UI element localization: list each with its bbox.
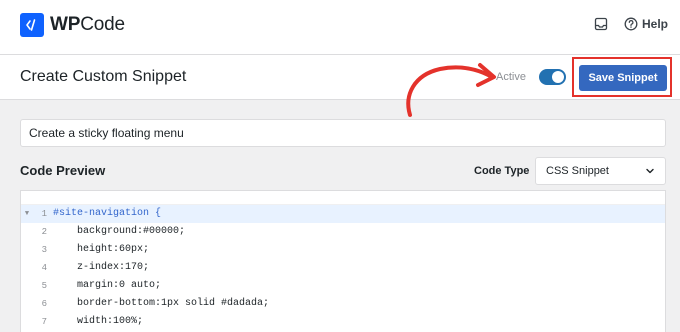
line-number: 3	[41, 245, 47, 255]
title-bar: Create Custom Snippet Active Save Snippe…	[0, 55, 680, 100]
code-type-select[interactable]: CSS Snippet	[535, 157, 666, 185]
line-number: 5	[41, 281, 47, 291]
top-right-actions: Help	[594, 17, 668, 31]
line-code: background:#00000;	[53, 226, 186, 237]
page-title: Create Custom Snippet	[20, 68, 187, 85]
code-line: 3 height:60px;	[21, 241, 665, 259]
logo-text: WPCode	[50, 14, 125, 35]
active-toggle[interactable]	[539, 69, 566, 85]
editor-gutter-top	[21, 191, 665, 205]
code-preview-title: Code Preview	[20, 163, 106, 178]
help-circle-icon	[624, 17, 638, 31]
code-editor[interactable]: ▼ 1 #site-navigation { 2 background:#000…	[20, 190, 666, 332]
help-button[interactable]: Help	[624, 17, 668, 31]
code-line: 4 z-index:170;	[21, 259, 665, 277]
wpcode-logo[interactable]: WPCode	[20, 13, 125, 37]
code-type-label: Code Type	[474, 165, 530, 177]
code-line: 5 margin:0 auto;	[21, 277, 665, 295]
active-label: Active	[496, 71, 526, 83]
toggle-knob	[552, 71, 564, 83]
line-number: 6	[41, 299, 47, 309]
line-code: z-index:170;	[53, 262, 150, 273]
save-snippet-button[interactable]: Save Snippet	[579, 65, 667, 91]
line-number: 1	[41, 209, 47, 219]
line-code: height:60px;	[53, 244, 150, 255]
line-code: border-bottom:1px solid #dadada;	[53, 298, 270, 309]
line-code: margin:0 auto;	[53, 280, 162, 291]
line-number: 4	[41, 263, 47, 273]
wpcode-logo-icon	[20, 13, 44, 37]
chevron-down-icon	[645, 166, 655, 176]
code-line: 7 width:100%;	[21, 313, 665, 331]
code-line: 6 border-bottom:1px solid #dadada;	[21, 295, 665, 313]
code-line: 2 background:#00000;	[21, 223, 665, 241]
inbox-icon[interactable]	[594, 17, 608, 31]
line-number: 2	[41, 227, 47, 237]
line-code: width:100%;	[53, 316, 144, 327]
fold-arrow-icon[interactable]: ▼	[21, 205, 33, 223]
snippet-title-input[interactable]	[20, 119, 666, 147]
code-line: ▼ 1 #site-navigation {	[21, 205, 665, 223]
line-code: #site-navigation {	[53, 208, 162, 219]
code-type-value: CSS Snippet	[546, 165, 609, 177]
line-number: 7	[41, 317, 47, 327]
top-bar: WPCode Help	[0, 0, 680, 55]
help-label: Help	[641, 17, 668, 31]
